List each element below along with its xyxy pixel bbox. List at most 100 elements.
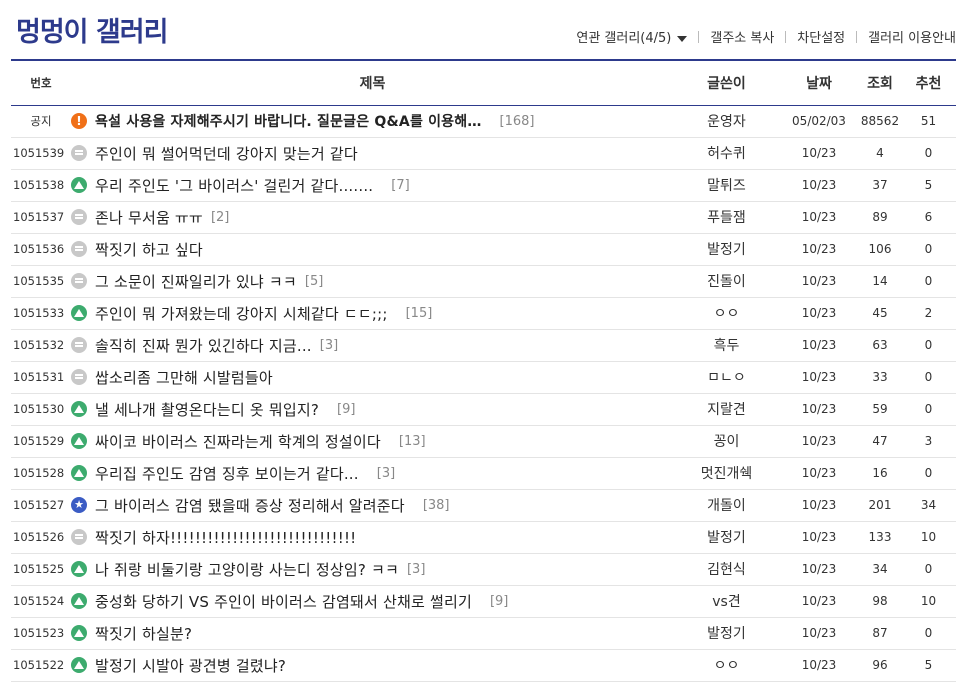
- table-row[interactable]: 1051528 우리집 주인도 감염 징후 보이는거 같다... [3] 멋진개쉑 10…: [11, 457, 956, 490]
- post-title-cell[interactable]: ! 욕설 사용을 자제해주시기 바랍니다. 질문글은 Q&A를 이용해… [168]: [71, 105, 674, 138]
- post-date: 10/23: [779, 361, 859, 394]
- reply-count[interactable]: [9]: [490, 594, 508, 609]
- post-title-cell[interactable]: 나 쥐랑 비둘기랑 고양이랑 사는디 정상임? ㅋㅋ [3]: [71, 553, 674, 586]
- reply-count[interactable]: [5]: [305, 274, 323, 289]
- column-header-recommend[interactable]: 추천: [901, 59, 956, 106]
- reply-count[interactable]: [168]: [500, 114, 535, 129]
- reply-count[interactable]: [3]: [377, 466, 395, 481]
- table-row[interactable]: 1051523 짝짓기 하실분? 발정기 10/23 87 0: [11, 617, 956, 650]
- post-title-cell[interactable]: 쌉소리좀 그만해 시발럼들아: [71, 361, 674, 394]
- post-writer[interactable]: 꽁이: [674, 425, 779, 458]
- table-row[interactable]: 1051529 싸이코 바이러스 진짜라는게 학계의 정설이다 [13] 꽁이 10/2…: [11, 425, 956, 458]
- post-writer[interactable]: 허수퀴: [674, 137, 779, 170]
- reply-count[interactable]: [2]: [211, 210, 229, 225]
- post-title-link[interactable]: 그 바이러스 감염 됐을때 증상 정리해서 알려준다: [95, 495, 405, 516]
- post-views: 16: [859, 457, 901, 490]
- reply-count[interactable]: [38]: [423, 498, 450, 513]
- post-writer[interactable]: 발정기: [674, 617, 779, 650]
- post-title-cell[interactable]: 짝짓기 하고 싶다: [71, 233, 674, 266]
- post-title-link[interactable]: 발정기 시발아 광견병 걸렸냐?: [95, 655, 286, 676]
- post-writer[interactable]: ㅇㅇ: [674, 297, 779, 330]
- table-row[interactable]: 1051537 존나 무서움 ㅠㅠ [2] 푸들잼 10/23 89 6: [11, 201, 956, 234]
- reply-count[interactable]: [13]: [399, 434, 426, 449]
- post-title-link[interactable]: 중성화 당하기 VS 주인이 바이러스 감염돼서 산채로 썰리기: [95, 591, 472, 612]
- post-title-link[interactable]: 짝짓기 하고 싶다: [95, 239, 203, 260]
- table-row[interactable]: 1051525 나 쥐랑 비둘기랑 고양이랑 사는디 정상임? ㅋㅋ [3] 김현식 1…: [11, 553, 956, 586]
- post-writer[interactable]: 김현식: [674, 553, 779, 586]
- post-title-link[interactable]: 짝짓기 하자!!!!!!!!!!!!!!!!!!!!!!!!!!!!!!: [95, 527, 356, 548]
- post-writer[interactable]: 멋진개쉑: [674, 457, 779, 490]
- post-title-cell[interactable]: 짝짓기 하실분?: [71, 617, 674, 650]
- post-title-cell[interactable]: 존나 무서움 ㅠㅠ [2]: [71, 201, 674, 234]
- table-row[interactable]: 1051536 짝짓기 하고 싶다 발정기 10/23 106 0: [11, 233, 956, 266]
- post-title-cell[interactable]: 그 소문이 진짜일리가 있냐 ㅋㅋ [5]: [71, 265, 674, 298]
- reply-count[interactable]: [3]: [320, 338, 338, 353]
- post-writer[interactable]: 운영자: [674, 105, 779, 138]
- table-row[interactable]: 1051526 짝짓기 하자!!!!!!!!!!!!!!!!!!!!!!!!!!!…: [11, 521, 956, 554]
- post-title-link[interactable]: 그 소문이 진짜일리가 있냐 ㅋㅋ: [95, 271, 297, 292]
- post-title-cell[interactable]: 주인이 뭐 가져왔는데 강아지 시체같다 ㄷㄷ;;; [15]: [71, 297, 674, 330]
- post-writer[interactable]: vs견: [674, 585, 779, 618]
- post-writer[interactable]: 개돌이: [674, 489, 779, 522]
- table-row[interactable]: 1051539 주인이 뭐 썰어먹던데 강아지 맞는거 같다 허수퀴 10/23 4 0: [11, 137, 956, 170]
- post-recommend: 10: [901, 521, 956, 554]
- table-row[interactable]: 1051538 우리 주인도 '그 바이러스' 걸린거 같다....... [7] 말…: [11, 169, 956, 202]
- table-row[interactable]: 1051531 쌉소리좀 그만해 시발럼들아 ㅁㄴㅇ 10/23 33 0: [11, 361, 956, 394]
- post-title-link[interactable]: 싸이코 바이러스 진짜라는게 학계의 정설이다: [95, 431, 381, 452]
- table-row[interactable]: 1051532 솔직히 진짜 뭔가 있긴하다 지금... [3] 흑두 10/23 63 0: [11, 329, 956, 362]
- table-row[interactable]: 1051533 주인이 뭐 가져왔는데 강아지 시체같다 ㄷㄷ;;; [15] ㅇㅇ 1…: [11, 297, 956, 330]
- post-writer[interactable]: ㅇㅇ: [674, 649, 779, 682]
- post-title-link[interactable]: 우리 주인도 '그 바이러스' 걸린거 같다.......: [95, 175, 373, 196]
- reply-count[interactable]: [9]: [337, 402, 355, 417]
- post-writer[interactable]: 발정기: [674, 521, 779, 554]
- table-row[interactable]: 1051527 ★ 그 바이러스 감염 됐을때 증상 정리해서 알려준다 [38] 개돌…: [11, 489, 956, 522]
- table-row[interactable]: 1051522 발정기 시발아 광견병 걸렸냐? ㅇㅇ 10/23 96 5: [11, 649, 956, 682]
- post-title-link[interactable]: 쌉소리좀 그만해 시발럼들아: [95, 367, 273, 388]
- post-writer[interactable]: 흑두: [674, 329, 779, 362]
- post-title-link[interactable]: 존나 무서움 ㅠㅠ: [95, 207, 203, 228]
- post-views: 88562: [859, 105, 901, 138]
- post-title-link[interactable]: 주인이 뭐 썰어먹던데 강아지 맞는거 같다: [95, 143, 358, 164]
- post-title-link[interactable]: 짝짓기 하실분?: [95, 623, 192, 644]
- reply-count[interactable]: [3]: [407, 562, 425, 577]
- post-title-link[interactable]: 나 쥐랑 비둘기랑 고양이랑 사는디 정상임? ㅋㅋ: [95, 559, 399, 580]
- post-title-cell[interactable]: 주인이 뭐 썰어먹던데 강아지 맞는거 같다: [71, 137, 674, 170]
- post-title-cell[interactable]: 우리집 주인도 감염 징후 보이는거 같다... [3]: [71, 457, 674, 490]
- post-title-cell[interactable]: 솔직히 진짜 뭔가 있긴하다 지금... [3]: [71, 329, 674, 362]
- reply-count[interactable]: [7]: [391, 178, 409, 193]
- post-title-cell[interactable]: 우리 주인도 '그 바이러스' 걸린거 같다....... [7]: [71, 169, 674, 202]
- post-number: 1051532: [11, 329, 71, 362]
- post-title-cell[interactable]: 싸이코 바이러스 진짜라는게 학계의 정설이다 [13]: [71, 425, 674, 458]
- column-header-num: 번호: [11, 59, 71, 106]
- post-writer[interactable]: 지랄견: [674, 393, 779, 426]
- copy-address-link[interactable]: 갤주소 복사: [710, 27, 774, 46]
- post-views: 201: [859, 489, 901, 522]
- post-title-cell[interactable]: ★ 그 바이러스 감염 됐을때 증상 정리해서 알려준다 [38]: [71, 489, 674, 522]
- related-gallery-dropdown[interactable]: 연관 갤러리(4/5): [576, 27, 688, 46]
- post-title-cell[interactable]: 발정기 시발아 광견병 걸렸냐?: [71, 649, 674, 682]
- post-writer[interactable]: 말튀즈: [674, 169, 779, 202]
- post-title-link[interactable]: 낼 세나개 촬영온다는디 옷 뭐입지?: [95, 399, 319, 420]
- table-row[interactable]: 1051530 낼 세나개 촬영온다는디 옷 뭐입지? [9] 지랄견 10/23 59 0: [11, 393, 956, 426]
- block-settings-link[interactable]: 차단설정: [797, 27, 845, 46]
- post-writer[interactable]: ㅁㄴㅇ: [674, 361, 779, 394]
- table-row[interactable]: 1051535 그 소문이 진짜일리가 있냐 ㅋㅋ [5] 진돌이 10/23 14 0: [11, 265, 956, 298]
- post-writer[interactable]: 발정기: [674, 233, 779, 266]
- notice-row[interactable]: 공지! 욕설 사용을 자제해주시기 바랍니다. 질문글은 Q&A를 이용해… [16…: [11, 105, 956, 138]
- reply-count[interactable]: [15]: [406, 306, 433, 321]
- gallery-guide-link[interactable]: 갤러리 이용안내: [868, 27, 956, 46]
- post-title-link[interactable]: 주인이 뭐 가져왔는데 강아지 시체같다 ㄷㄷ;;;: [95, 303, 388, 324]
- table-row[interactable]: 1051524 중성화 당하기 VS 주인이 바이러스 감염돼서 산채로 썰리기 […: [11, 585, 956, 618]
- text-post-icon: [71, 273, 87, 289]
- post-title-cell[interactable]: 짝짓기 하자!!!!!!!!!!!!!!!!!!!!!!!!!!!!!!: [71, 521, 674, 554]
- post-writer[interactable]: 진돌이: [674, 265, 779, 298]
- post-title-cell[interactable]: 낼 세나개 촬영온다는디 옷 뭐입지? [9]: [71, 393, 674, 426]
- post-title-link[interactable]: 솔직히 진짜 뭔가 있긴하다 지금...: [95, 335, 312, 356]
- post-title-cell[interactable]: 중성화 당하기 VS 주인이 바이러스 감염돼서 산채로 썰리기 [9]: [71, 585, 674, 618]
- post-title-link[interactable]: 우리집 주인도 감염 징후 보이는거 같다...: [95, 463, 359, 484]
- column-header-views[interactable]: 조회: [859, 59, 901, 106]
- post-writer[interactable]: 푸들잼: [674, 201, 779, 234]
- post-title-link[interactable]: 욕설 사용을 자제해주시기 바랍니다. 질문글은 Q&A를 이용해…: [95, 111, 482, 131]
- gallery-title[interactable]: 멍멍이 갤러리: [16, 10, 168, 49]
- column-header-date[interactable]: 날짜: [779, 59, 859, 106]
